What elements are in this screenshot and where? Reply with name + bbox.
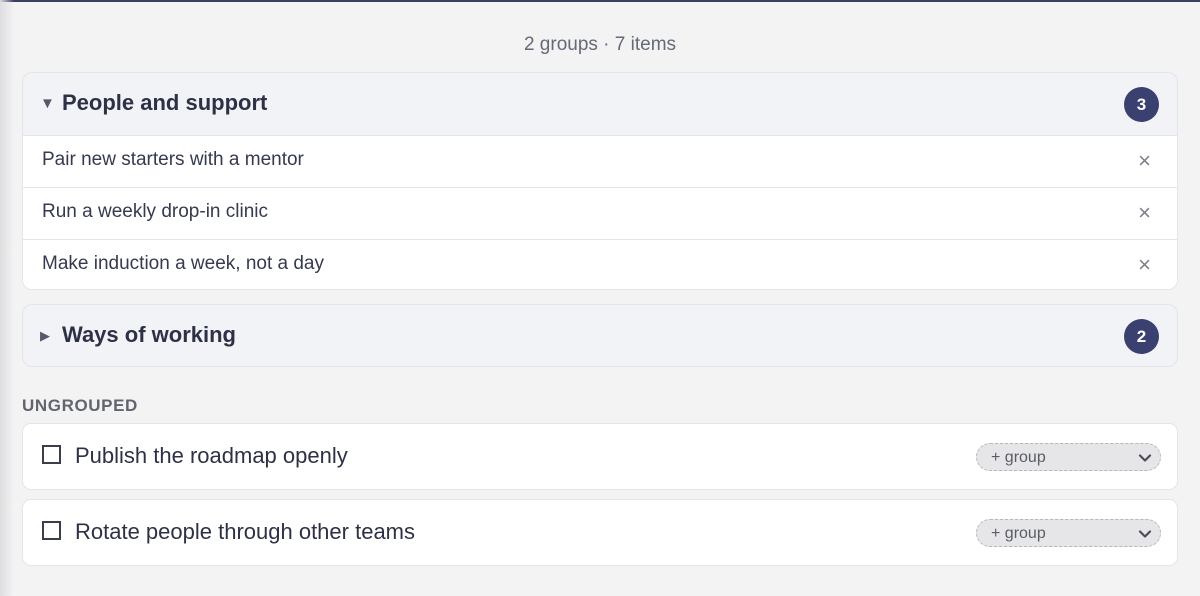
close-icon[interactable]: ×: [1138, 149, 1151, 173]
group-ways-of-working: ▶ Ways of working 2: [22, 304, 1178, 367]
item-text: Publish the roadmap openly: [75, 443, 348, 468]
summary-text: 2 groups · 7 items: [523, 34, 677, 55]
caret-right-icon[interactable]: ▶: [40, 328, 50, 344]
ungrouped-item: Rotate people through other teams + grou…: [22, 499, 1178, 566]
add-to-group-select[interactable]: + group: [976, 519, 1161, 547]
list-item: Run a weekly drop-in clinic ×: [23, 188, 1177, 240]
count-badge: 3: [1124, 87, 1159, 122]
group-items: Pair new starters with a mentor × Run a …: [23, 135, 1177, 289]
chevron-down-icon: [1138, 530, 1152, 538]
item-text: Run a weekly drop-in clinic: [42, 201, 268, 222]
chevron-down-icon: [1138, 454, 1152, 462]
select-value: + group: [991, 525, 1046, 542]
group-people-and-support: ▼ People and support 3 Pair new starters…: [22, 72, 1178, 290]
count-badge: 2: [1124, 319, 1159, 354]
list-item: Pair new starters with a mentor ×: [23, 136, 1177, 188]
summary-bar: 2 groups · 7 items: [0, 34, 1200, 56]
list-item: Make induction a week, not a day ×: [23, 240, 1177, 289]
group-header[interactable]: ▶ Ways of working 2: [23, 305, 1177, 366]
ungrouped-heading: UNGROUPED: [22, 396, 138, 415]
item-text: Make induction a week, not a day: [42, 253, 325, 274]
item-checkbox[interactable]: [42, 445, 61, 464]
left-edge-shadow: [0, 0, 14, 596]
group-header[interactable]: ▼ People and support 3: [23, 73, 1177, 135]
caret-down-icon[interactable]: ▼: [40, 95, 55, 112]
close-icon[interactable]: ×: [1138, 201, 1151, 225]
select-value: + group: [991, 449, 1046, 466]
item-checkbox[interactable]: [42, 521, 61, 540]
group-title[interactable]: People and support: [62, 90, 267, 116]
top-border: [0, 0, 1200, 2]
item-text: Pair new starters with a mentor: [42, 149, 304, 170]
add-to-group-select[interactable]: + group: [976, 443, 1161, 471]
item-text: Rotate people through other teams: [75, 519, 416, 544]
close-icon[interactable]: ×: [1138, 253, 1151, 277]
ungrouped-item: Publish the roadmap openly + group: [22, 423, 1178, 490]
group-title[interactable]: Ways of working: [62, 322, 236, 348]
